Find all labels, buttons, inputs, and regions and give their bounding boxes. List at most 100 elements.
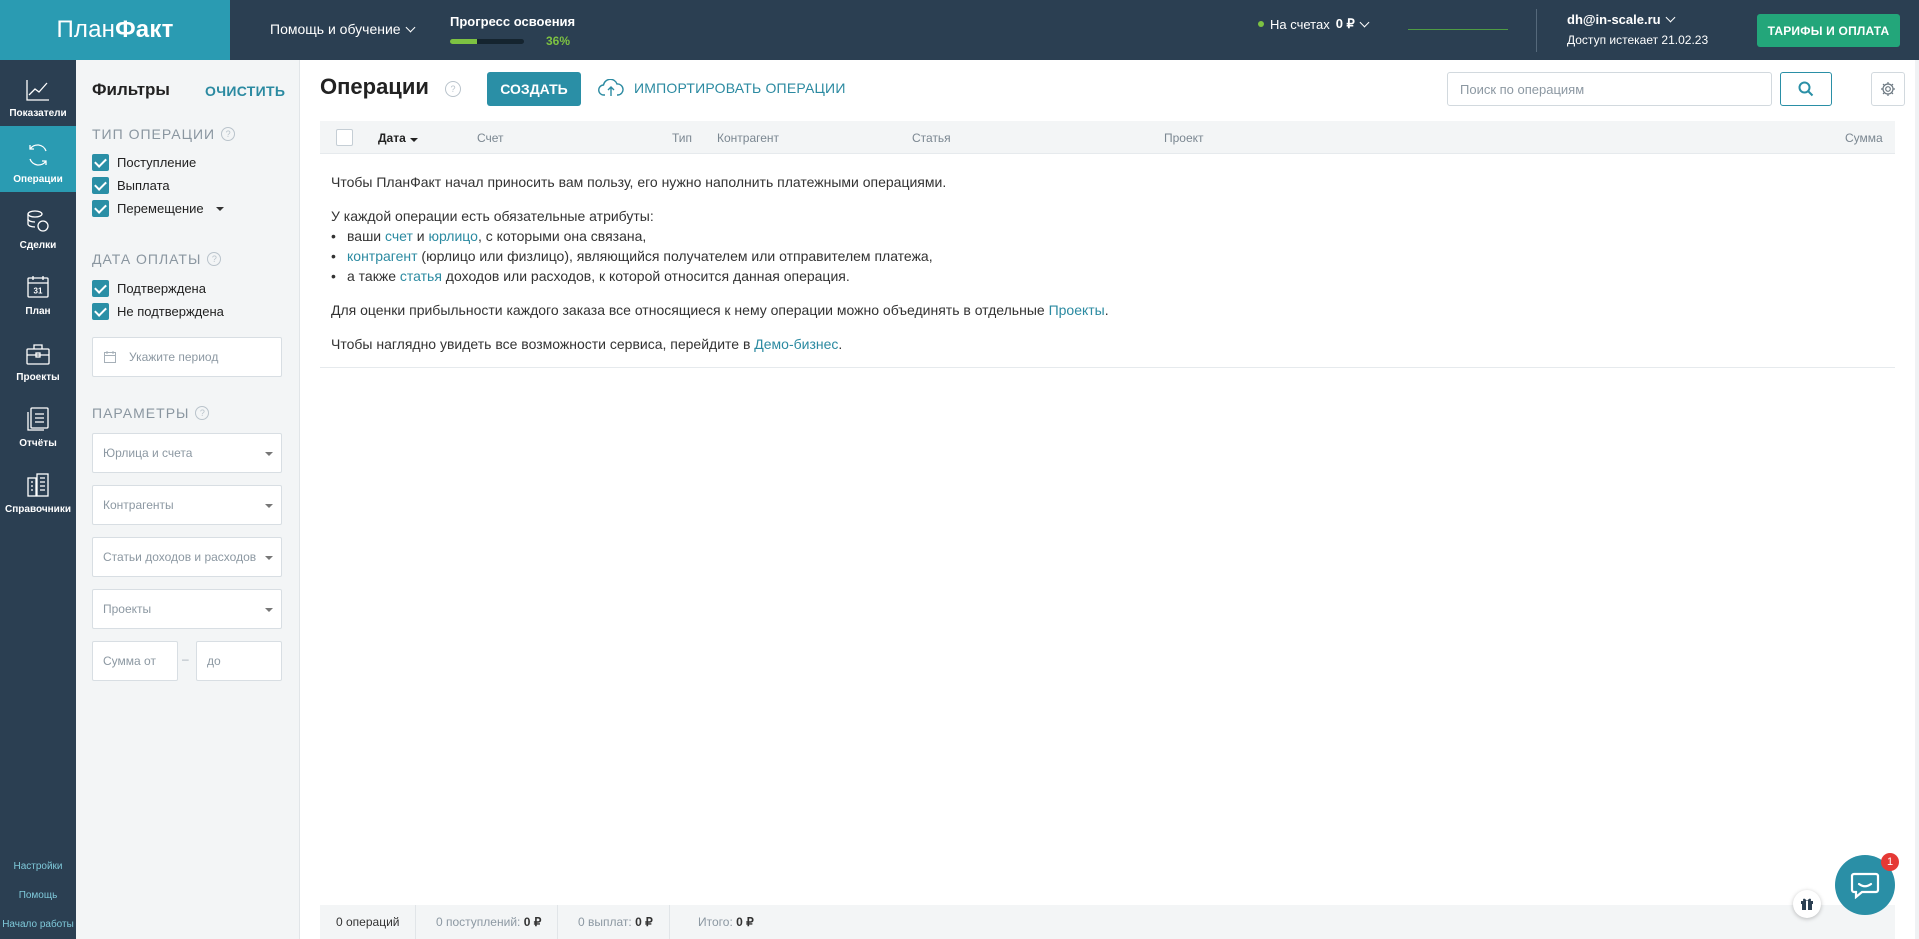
total-label: Итого: — [698, 915, 733, 929]
nav-item-projects[interactable]: Проекты — [0, 324, 76, 390]
nav-item-directories[interactable]: Справочники — [0, 456, 76, 522]
nav-item-indicators[interactable]: Показатели — [0, 60, 76, 126]
projects-link[interactable]: Проекты — [1049, 302, 1105, 318]
period-input[interactable]: Укажите период — [92, 337, 282, 377]
empty-intro: Чтобы ПланФакт начал приносить вам польз… — [331, 174, 947, 190]
nav-item-deals[interactable]: Сделки — [0, 192, 76, 258]
select-placeholder: Статьи доходов и расходов — [103, 550, 257, 564]
total-value: 0 ₽ — [736, 915, 754, 929]
account-link[interactable]: счет — [385, 228, 413, 244]
page-title: Операции — [320, 74, 429, 99]
access-expiry: Доступ истекает 21.02.23 — [1567, 33, 1709, 47]
select-placeholder: Контрагенты — [103, 498, 174, 512]
nav-item-label: Операции — [13, 174, 63, 185]
logo-bold: Факт — [115, 16, 174, 43]
checkbox-payment[interactable]: Выплата — [92, 177, 170, 194]
nav-item-reports[interactable]: Отчёты — [0, 390, 76, 456]
column-article[interactable]: Статья — [912, 131, 951, 145]
text: (юрлицо или физлицо), являющийся получат… — [417, 248, 933, 264]
onboarding-progress[interactable]: Прогресс освоения 36% — [450, 14, 575, 48]
nav-item-plan[interactable]: 31 План — [0, 258, 76, 324]
import-label: ИМПОРТИРОВАТЬ ОПЕРАЦИИ — [634, 80, 846, 96]
calendar-icon-text: 31 — [34, 287, 43, 296]
sum-range-dash: – — [182, 652, 189, 666]
checkbox-label: Поступление — [117, 155, 197, 170]
empty-attributes-title: У каждой операции есть обязательные атри… — [331, 208, 654, 224]
gift-icon — [1801, 898, 1813, 910]
user-menu[interactable]: dh@in-scale.ru Доступ истекает 21.02.23 — [1567, 12, 1708, 47]
import-operations-button[interactable]: ИМПОРТИРОВАТЬ ОПЕРАЦИИ — [598, 79, 846, 97]
user-email: dh@in-scale.ru — [1567, 12, 1661, 27]
help-question-icon[interactable]: ? — [195, 406, 210, 420]
help-question-icon[interactable]: ? — [207, 252, 222, 266]
checkbox-label: Выплата — [117, 178, 170, 193]
operations-table-header: Дата Счет Тип Контрагент Статья Проект С… — [320, 121, 1895, 154]
buildings-icon — [27, 473, 49, 497]
checkbox-label: Не подтверждена — [117, 304, 224, 319]
settings-link[interactable]: Настройки — [0, 852, 76, 881]
column-counterparty[interactable]: Контрагент — [717, 131, 779, 145]
column-project[interactable]: Проект — [1164, 131, 1204, 145]
nav-item-label: Сделки — [19, 240, 57, 251]
list-item: а также статья доходов или расходов, к к… — [331, 266, 1891, 286]
settings-gear-button[interactable] — [1871, 72, 1905, 106]
column-date[interactable]: Дата — [378, 131, 418, 145]
checkbox-unconfirmed[interactable]: Не подтверждена — [92, 303, 224, 320]
nav-item-label: Отчёты — [19, 438, 57, 449]
chevron-down-icon — [1665, 12, 1676, 23]
nav-item-label: План — [25, 306, 51, 317]
progress-bar — [450, 39, 524, 44]
sort-desc-icon — [409, 138, 418, 142]
search-icon — [1798, 81, 1814, 97]
select-entities[interactable]: Юрлица и счета — [92, 433, 282, 473]
demo-business-link[interactable]: Демо-бизнес — [754, 336, 838, 352]
help-link[interactable]: Помощь — [0, 881, 76, 910]
text: и — [412, 228, 429, 244]
chat-icon — [1850, 872, 1880, 899]
chat-unread-badge: 1 — [1881, 853, 1899, 871]
create-button[interactable]: СОЗДАТЬ — [487, 72, 581, 106]
search-button[interactable] — [1780, 72, 1832, 106]
checkbox-income[interactable]: Поступление — [92, 154, 196, 171]
op-type-title: ТИП ОПЕРАЦИИ? — [92, 126, 236, 142]
article-link[interactable]: статья — [400, 268, 442, 284]
checkbox-transfer[interactable]: Перемещение — [92, 200, 224, 217]
accounts-balance[interactable]: На счетах 0 ₽ — [1258, 16, 1508, 32]
gift-button[interactable] — [1793, 890, 1821, 918]
text: а также — [347, 268, 400, 284]
list-item: контрагент (юрлицо или физлицо), являющи… — [331, 246, 1891, 266]
clear-filters-button[interactable]: ОЧИСТИТЬ — [205, 83, 285, 99]
help-menu[interactable]: Помощь и обучение — [270, 21, 416, 37]
legal-entity-link[interactable]: юрлицо — [429, 228, 478, 244]
getting-started-link[interactable]: Начало работы — [0, 910, 76, 939]
column-type[interactable]: Тип — [672, 131, 692, 145]
nav-item-operations[interactable]: Операции — [0, 126, 76, 192]
divider — [320, 367, 1895, 368]
select-projects[interactable]: Проекты — [92, 589, 282, 629]
search-input[interactable]: Поиск по операциям — [1447, 72, 1772, 106]
select-all-checkbox[interactable] — [336, 129, 353, 146]
checkbox-confirmed[interactable]: Подтверждена — [92, 280, 206, 297]
text: . — [838, 336, 843, 352]
caret-down-icon[interactable] — [215, 206, 224, 211]
briefcase-icon — [26, 344, 50, 365]
tariffs-button[interactable]: ТАРИФЫ И ОПЛАТА — [1757, 14, 1900, 47]
select-articles[interactable]: Статьи доходов и расходов — [92, 537, 282, 577]
help-question-icon[interactable]: ? — [221, 127, 236, 141]
checkbox-label: Подтверждена — [117, 281, 206, 296]
checkbox-checked-icon — [92, 280, 109, 297]
counterparty-link[interactable]: контрагент — [347, 248, 418, 264]
text: ваши — [347, 228, 386, 244]
sum-from-input[interactable]: Сумма от — [92, 641, 178, 681]
column-sum[interactable]: Сумма — [1845, 131, 1883, 145]
dropdown-arrow-icon — [265, 556, 273, 560]
app-logo[interactable]: План Факт — [0, 0, 230, 60]
select-counterparties[interactable]: Контрагенты — [92, 485, 282, 525]
sum-to-input[interactable]: до — [196, 641, 282, 681]
attributes-list: ваши счет и юрлицо, с которыми она связа… — [331, 226, 1891, 286]
chat-widget-button[interactable]: 1 — [1835, 853, 1899, 915]
page-scrollbar[interactable] — [1915, 60, 1919, 939]
filters-panel: Фильтры ОЧИСТИТЬ ТИП ОПЕРАЦИИ? Поступлен… — [76, 60, 300, 939]
column-account[interactable]: Счет — [477, 131, 504, 145]
help-question-icon[interactable]: ? — [445, 81, 461, 97]
